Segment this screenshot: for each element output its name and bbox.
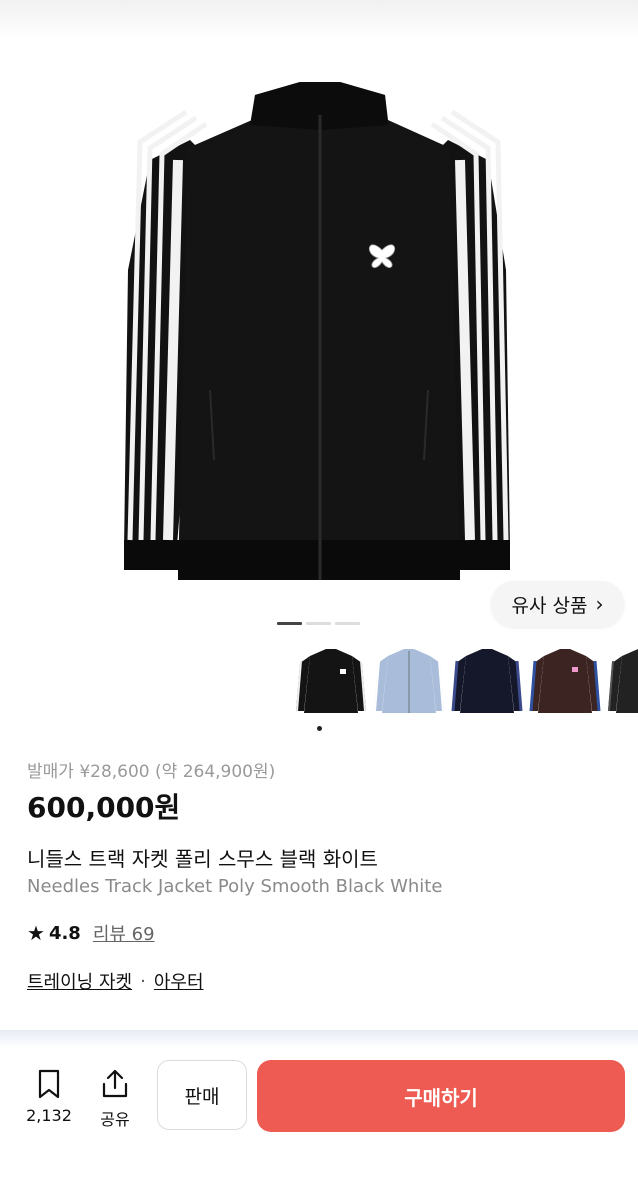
product-title-english: Needles Track Jacket Poly Smooth Black W… [27,876,443,897]
top-fade [0,0,638,40]
category-breadcrumb: 트레이닝 자켓 · 아우터 [27,968,204,994]
gallery-page-indicator [277,622,360,625]
page-dot-active [277,622,302,625]
product-price: 600,000원 [27,791,181,824]
similar-products-button[interactable]: 유사 상품 › [491,581,624,627]
share-label: 공유 [100,1110,130,1129]
thumbnail-brown-blue-track-jacket[interactable] [526,641,604,721]
share-icon [102,1069,128,1098]
sell-button[interactable]: 판매 [157,1060,247,1130]
star-icon: ★ [27,921,45,945]
section-divider [0,1030,638,1048]
page-dot [306,622,331,625]
share-button[interactable]: 공유 [90,1068,140,1130]
product-hero-image[interactable] [0,40,638,620]
bookmark-button[interactable]: 2,132 [22,1068,76,1125]
bookmark-count: 2,132 [26,1106,72,1125]
reviews-link[interactable]: 리뷰 69 [93,920,155,946]
product-rating: ★ 4.8 리뷰 69 [27,920,155,946]
bottom-action-bar: 2,132 공유 판매 구매하기 [0,1048,638,1200]
thumbnail-navy-track-jacket[interactable] [448,641,526,721]
thumbnail-light-blue-track-jacket[interactable] [370,641,448,721]
category-link-outer[interactable]: 아우터 [154,968,204,994]
chevron-right-icon: › [595,592,604,616]
thumbnail-dark-track-jacket[interactable] [604,641,638,721]
product-title-korean: 니들스 트랙 자켓 폴리 스무스 블랙 화이트 [27,847,378,871]
category-separator: · [140,970,146,992]
buy-button[interactable]: 구매하기 [257,1060,625,1132]
page-dot [335,622,360,625]
product-page: 유사 상품 › 발매가 ¥28,600 (약 264,900원) 600,000… [0,0,638,1200]
similar-products-label: 유사 상품 [511,594,588,617]
track-jacket-image [124,82,510,580]
release-price: 발매가 ¥28,600 (약 264,900원) [27,762,276,782]
thumbnail-black-track-jacket[interactable] [292,641,370,721]
thumbnail-strip [280,641,638,731]
thumbnail-selected-indicator [317,726,322,731]
bookmark-icon [38,1069,60,1099]
category-link-training-jacket[interactable]: 트레이닝 자켓 [27,968,132,994]
rating-score: 4.8 [48,922,81,944]
